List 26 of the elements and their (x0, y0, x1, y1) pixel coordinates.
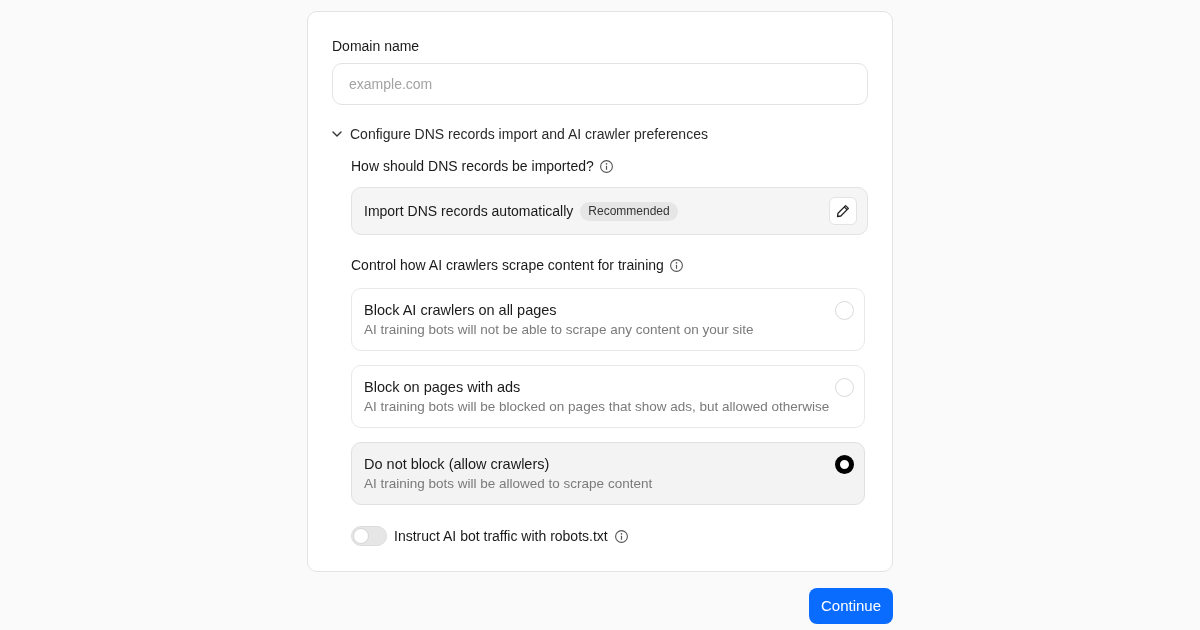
info-icon (614, 529, 628, 543)
question-text: Control how AI crawlers scrape content for training (351, 256, 664, 275)
toggle-label: Instruct AI bot traffic with robots.txt (394, 527, 608, 546)
option-card[interactable]: Block on pages with ads AI training bots will be blocked on pages that show ads, but allowed otherwise (351, 365, 865, 428)
info-icon (599, 159, 613, 173)
pencil-icon (836, 204, 850, 218)
option-card[interactable]: Do not block (allow crawlers) AI training bots will be allowed to scrape content (351, 442, 865, 505)
question-text: How should DNS records be imported? (351, 157, 594, 176)
domain-label: Domain name (332, 37, 420, 56)
option-description: AI training bots will be blocked on pages that show ads, but allowed otherwise (364, 398, 830, 416)
option-card[interactable]: Block AI crawlers on all pages AI training bots will not be able to scrape any content on your site (351, 288, 865, 351)
domain-input[interactable]: example.com (332, 63, 868, 105)
method-text: Import DNS records automatically (364, 202, 574, 221)
option-title: Block on pages with ads (364, 378, 521, 397)
toggle-switch[interactable] (351, 526, 387, 546)
radio-button[interactable] (835, 455, 854, 474)
edit-button[interactable] (829, 197, 857, 225)
continue-button[interactable]: Continue (808, 588, 893, 624)
option-title: Block AI crawlers on all pages (364, 301, 557, 320)
option-description: AI training bots will be allowed to scrape content (364, 475, 653, 493)
disclosure-toggle[interactable]: Configure DNS records import and AI crawler preferences (332, 123, 708, 145)
info-icon (669, 258, 683, 272)
option-description: AI training bots will not be able to scrape any content on your site (364, 321, 754, 339)
chevron-icon (332, 131, 342, 137)
recommended-badge: Recommended (580, 201, 678, 221)
option-title: Do not block (allow crawlers) (364, 455, 550, 474)
